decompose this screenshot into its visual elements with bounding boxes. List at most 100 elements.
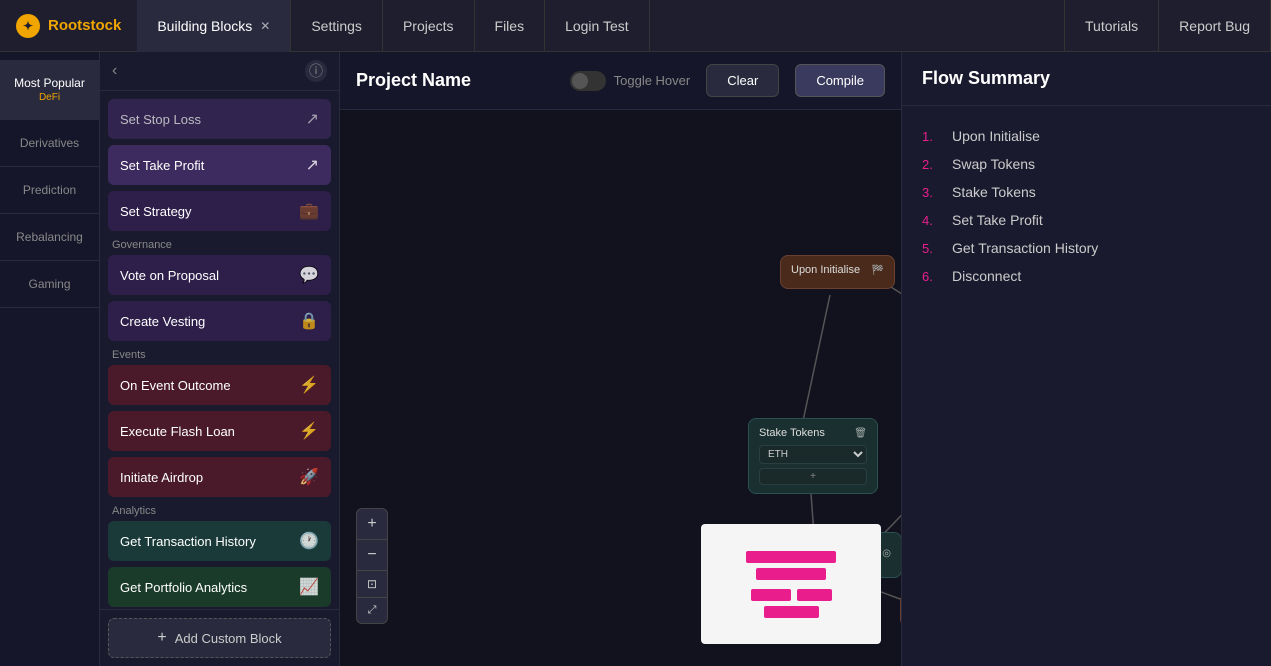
block-vote-on-proposal[interactable]: Vote on Proposal 💬 — [108, 255, 331, 295]
toggle-hover-control[interactable]: Toggle Hover — [570, 71, 691, 91]
tab-files[interactable]: Files — [475, 0, 546, 52]
toggle-hover-label: Toggle Hover — [614, 73, 691, 88]
close-tab-icon[interactable]: ✕ — [260, 19, 270, 33]
preview-bar-5 — [764, 606, 819, 618]
add-custom-label: Add Custom Block — [175, 631, 282, 646]
cat-label: Gaming — [8, 277, 91, 291]
item-label: Get Transaction History — [952, 240, 1098, 256]
block-set-take-profit[interactable]: Set Take Profit ↗ — [108, 145, 331, 185]
flag-icon: 🏁 — [872, 265, 884, 276]
tab-settings-label: Settings — [311, 18, 362, 34]
block-execute-flash-loan[interactable]: Execute Flash Loan ⚡ — [108, 411, 331, 451]
right-panel: Flow Summary 1. Upon Initialise 2. Swap … — [901, 52, 1271, 666]
flow-summary-list: 1. Upon Initialise 2. Swap Tokens 3. Sta… — [902, 106, 1271, 306]
node-upon-initialise[interactable]: Upon Initialise 🏁 — [780, 255, 895, 289]
block-set-strategy[interactable]: Set Strategy 💼 — [108, 191, 331, 231]
item-num: 1. — [922, 129, 942, 144]
node-label: Upon Initialise — [791, 264, 860, 276]
section-events-label: Events — [112, 349, 327, 361]
block-label: Get Portfolio Analytics — [120, 580, 247, 595]
sidebar-item-rebalancing[interactable]: Rebalancing — [0, 214, 99, 261]
sidebar-item-prediction[interactable]: Prediction — [0, 167, 99, 214]
nav-spacer — [650, 0, 1065, 51]
logo[interactable]: ✦ Rootstock — [0, 14, 137, 38]
add-custom-block-button[interactable]: + Add Custom Block — [108, 618, 331, 658]
preview-inner — [701, 524, 881, 644]
top-nav: ✦ Rootstock Building Blocks ✕ Settings P… — [0, 0, 1271, 52]
tab-report-bug[interactable]: Report Bug — [1159, 0, 1271, 52]
block-icon: ↗ — [306, 109, 319, 129]
zoom-out-button[interactable]: − — [357, 540, 387, 571]
briefcase-icon: 💼 — [299, 201, 319, 221]
history-icon: 🕐 — [299, 531, 319, 551]
cat-label: Most Popular — [8, 76, 91, 90]
tab-login-test-label: Login Test — [565, 18, 629, 34]
zoom-reset-button[interactable]: ⤢ — [357, 598, 387, 623]
flow-summary-item-3: 3. Stake Tokens — [922, 178, 1251, 206]
tab-login-test[interactable]: Login Test — [545, 0, 650, 52]
lightning-icon: ⚡ — [299, 375, 319, 395]
plus-icon: + — [157, 629, 166, 647]
preview-box — [701, 524, 881, 644]
category-sidebar: Most Popular DeFi Derivatives Prediction… — [0, 52, 100, 666]
block-set-step-loss[interactable]: Set Stop Loss ↗ — [108, 99, 331, 139]
toggle-switch[interactable] — [570, 71, 606, 91]
preview-bar-1 — [746, 551, 836, 563]
block-get-portfolio-analytics[interactable]: Get Portfolio Analytics 📈 — [108, 567, 331, 607]
tab-tutorials[interactable]: Tutorials — [1065, 0, 1159, 52]
tab-tutorials-label: Tutorials — [1085, 18, 1138, 34]
tab-building-blocks[interactable]: Building Blocks ✕ — [137, 0, 291, 52]
block-label: Create Vesting — [120, 314, 205, 329]
zoom-fit-button[interactable]: ⊡ — [357, 571, 387, 598]
add-button[interactable]: + — [759, 468, 867, 485]
tab-projects-label: Projects — [403, 18, 454, 34]
block-on-event-outcome[interactable]: On Event Outcome ⚡ — [108, 365, 331, 405]
logo-text: Rootstock — [48, 17, 121, 34]
item-label: Disconnect — [952, 268, 1021, 284]
item-num: 5. — [922, 241, 942, 256]
sidebar-item-gaming[interactable]: Gaming — [0, 261, 99, 308]
flow-summary-title: Flow Summary — [922, 68, 1251, 89]
item-num: 2. — [922, 157, 942, 172]
block-get-transaction-history[interactable]: Get Transaction History 🕐 — [108, 521, 331, 561]
node-label: Stake Tokens — [759, 427, 825, 439]
sidebar-item-derivatives[interactable]: Derivatives — [0, 120, 99, 167]
lock-icon: 🔒 — [299, 311, 319, 331]
block-label: Get Transaction History — [120, 534, 256, 549]
info-icon[interactable]: ⓘ — [305, 60, 327, 82]
item-num: 4. — [922, 213, 942, 228]
cat-sub-label: DeFi — [8, 92, 91, 103]
flow-summary-item-6: 6. Disconnect — [922, 262, 1251, 290]
rocket-icon: 🚀 — [299, 467, 319, 487]
cat-label: Rebalancing — [8, 230, 91, 244]
canvas-area: Project Name Toggle Hover Clear Compile — [340, 52, 901, 666]
tab-settings[interactable]: Settings — [291, 0, 383, 52]
collapse-icon[interactable]: ‹ — [112, 62, 117, 80]
block-label: Vote on Proposal — [120, 268, 219, 283]
flash-icon: ⚡ — [299, 421, 319, 441]
project-name[interactable]: Project Name — [356, 70, 471, 91]
block-initiate-airdrop[interactable]: Initiate Airdrop 🚀 — [108, 457, 331, 497]
zoom-in-button[interactable]: + — [357, 509, 387, 540]
node-stake-tokens[interactable]: Stake Tokens 🗑 ETH + — [748, 418, 878, 494]
node-disconnect[interactable]: Disconnect ⏻ — [900, 593, 901, 627]
compile-button[interactable]: Compile — [795, 64, 885, 97]
item-num: 3. — [922, 185, 942, 200]
item-label: Set Take Profit — [952, 212, 1043, 228]
blocks-sidebar: ‹ ⓘ Set Stop Loss ↗ Set Take Profit ↗ Se… — [100, 52, 340, 666]
clear-button[interactable]: Clear — [706, 64, 779, 97]
eth-select[interactable]: ETH — [759, 445, 867, 464]
flow-summary-item-4: 4. Set Take Profit — [922, 206, 1251, 234]
block-create-vesting[interactable]: Create Vesting 🔒 — [108, 301, 331, 341]
tab-building-blocks-label: Building Blocks — [157, 18, 252, 34]
chart-icon: 📈 — [299, 577, 319, 597]
zoom-controls: + − ⊡ ⤢ — [356, 508, 388, 624]
preview-bar-2 — [756, 568, 826, 580]
canvas-content[interactable]: Upon Initialise 🏁 Set Take Profit ↗ Stak… — [340, 110, 901, 664]
block-label: Set Stop Loss — [120, 112, 201, 127]
chat-icon: 💬 — [299, 265, 319, 285]
section-governance-label: Governance — [112, 239, 327, 251]
tab-projects[interactable]: Projects — [383, 0, 475, 52]
sidebar-item-most-popular-defi[interactable]: Most Popular DeFi — [0, 60, 99, 120]
flow-summary-item-1: 1. Upon Initialise — [922, 122, 1251, 150]
